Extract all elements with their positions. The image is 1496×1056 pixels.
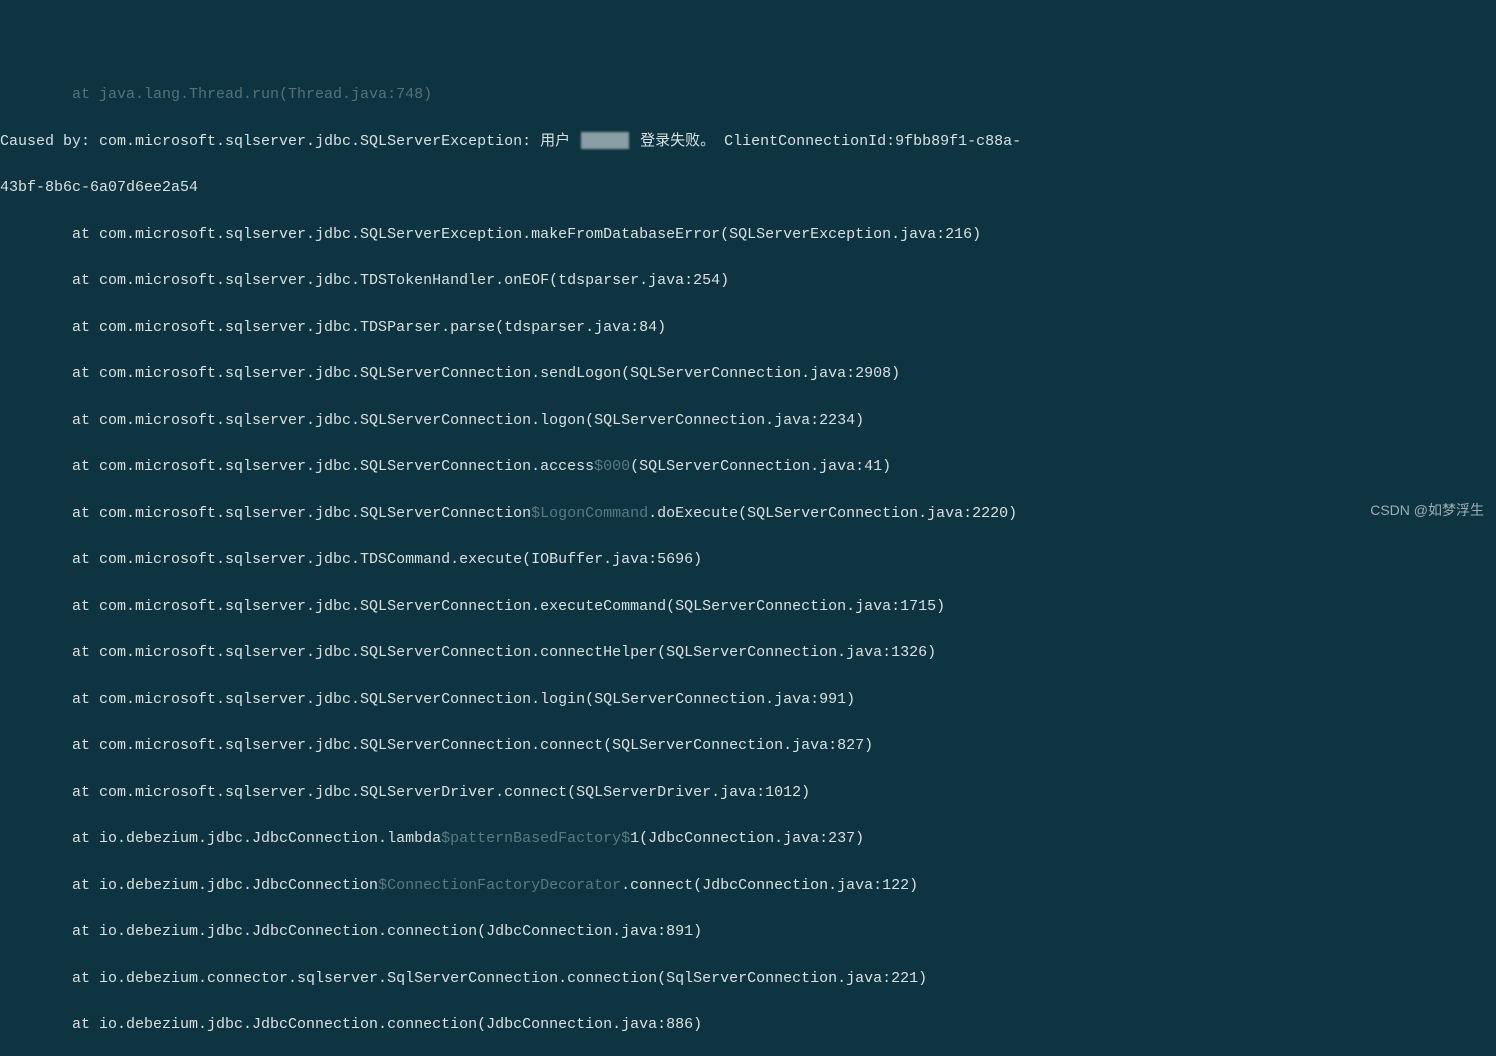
stack-frame: at com.microsoft.sqlserver.jdbc.SQLServe… [0,595,1496,618]
caused-by-line-2: 43bf-8b6c-6a07d6ee2a54 [0,176,1496,199]
stack-frame: at com.microsoft.sqlserver.jdbc.SQLServe… [0,502,1496,525]
stack-frame-post: (SQLServerConnection.java:41) [630,458,891,475]
stack-frame-dim: $patternBasedFactory$ [441,830,630,847]
stack-frame-dim: $LogonCommand [531,505,648,522]
stack-frame: at com.microsoft.sqlserver.jdbc.TDSComma… [0,548,1496,571]
stack-frame: at io.debezium.jdbc.JdbcConnection.lambd… [0,827,1496,850]
stack-frame: at com.microsoft.sqlserver.jdbc.TDSToken… [0,269,1496,292]
stack-frame-post: 1(JdbcConnection.java:237) [630,830,864,847]
stack-frame-dim: $ConnectionFactoryDecorator [378,877,621,894]
stack-frame: at com.microsoft.sqlserver.jdbc.SQLServe… [0,223,1496,246]
stack-frame-pre: at com.microsoft.sqlserver.jdbc.SQLServe… [0,505,531,522]
stack-frame-post: .connect(JdbcConnection.java:122) [621,877,918,894]
stack-frame: at io.debezium.connector.sqlserver.SqlSe… [0,967,1496,990]
stack-truncated-top: at java.lang.Thread.run(Thread.java:748) [0,83,1496,106]
stack-frame: at com.microsoft.sqlserver.jdbc.SQLServe… [0,688,1496,711]
stack-frame: at com.microsoft.sqlserver.jdbc.SQLServe… [0,641,1496,664]
stack-frame-dim: $000 [594,458,630,475]
stack-frame: at com.microsoft.sqlserver.jdbc.SQLServe… [0,734,1496,757]
watermark: CSDN @如梦浮生 [1370,500,1484,522]
caused-by-line: Caused by: com.microsoft.sqlserver.jdbc.… [0,130,1496,153]
stack-frame-pre: at com.microsoft.sqlserver.jdbc.SQLServe… [0,458,594,475]
redacted-username [581,132,629,149]
caused-by-suffix: 登录失败。 ClientConnectionId:9fbb89f1-c88a- [631,133,1021,150]
stack-frame-pre: at io.debezium.jdbc.JdbcConnection.lambd… [0,830,441,847]
stack-frame: at com.microsoft.sqlserver.jdbc.SQLServe… [0,781,1496,804]
stack-frame: at com.microsoft.sqlserver.jdbc.SQLServe… [0,455,1496,478]
stack-frame: at com.microsoft.sqlserver.jdbc.SQLServe… [0,409,1496,432]
stack-frame: at com.microsoft.sqlserver.jdbc.TDSParse… [0,316,1496,339]
stack-frame-pre: at io.debezium.jdbc.JdbcConnection [0,877,378,894]
stack-frame-post: .doExecute(SQLServerConnection.java:2220… [648,505,1017,522]
stack-frame: at com.microsoft.sqlserver.jdbc.SQLServe… [0,362,1496,385]
caused-by-prefix: Caused by: com.microsoft.sqlserver.jdbc.… [0,133,579,150]
stack-frame: at io.debezium.jdbc.JdbcConnection.conne… [0,1013,1496,1036]
stack-frame: at io.debezium.jdbc.JdbcConnection$Conne… [0,874,1496,897]
stack-frame: at io.debezium.jdbc.JdbcConnection.conne… [0,920,1496,943]
